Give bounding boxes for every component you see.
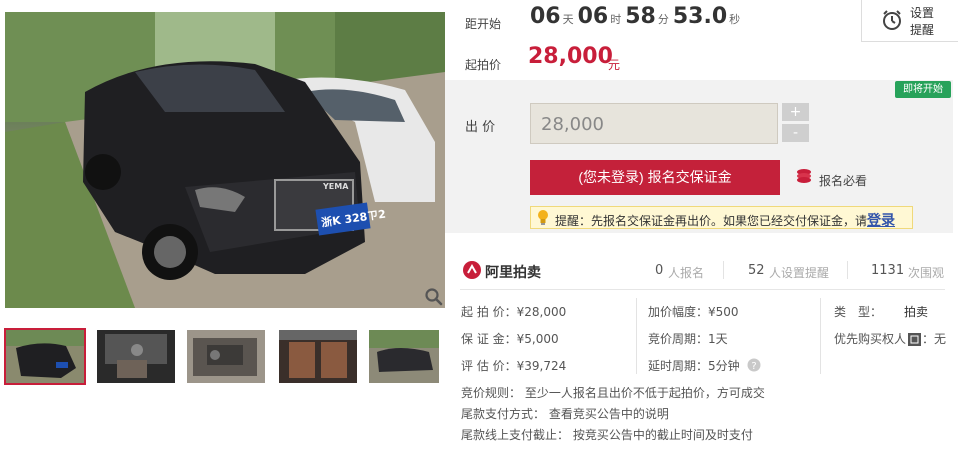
countdown-hours: 06 — [577, 4, 609, 29]
thumbnail-1[interactable] — [4, 328, 86, 385]
detail-delay: 延时周期：5分钟 — [648, 359, 740, 373]
countdown-timer: 06 天 06 时 58 分 53.0 秒 — [530, 4, 741, 29]
stat-registered-label: 人报名 — [668, 266, 705, 280]
stat-registered-count: 0 — [655, 263, 664, 278]
thumbnail-4[interactable] — [279, 330, 357, 383]
stat-views-label: 次围观 — [908, 266, 945, 280]
main-car-photo[interactable]: 浙K 328ㄗ2 YEMA — [5, 12, 445, 308]
zoom-icon[interactable] — [424, 287, 444, 307]
start-price-label: 起拍价 — [465, 58, 502, 72]
divider — [723, 261, 724, 279]
thumbnail-3[interactable] — [187, 330, 265, 383]
bid-increase-button[interactable]: + — [782, 103, 809, 121]
car-logo: YEMA — [323, 182, 349, 191]
detail-estimate: 评 估 价：¥39,724 — [461, 359, 567, 373]
detail-type-label: 类 型： — [834, 305, 883, 319]
bid-amount-input[interactable]: 28,000 — [530, 103, 778, 144]
divider — [847, 261, 848, 279]
section-divider — [460, 289, 945, 290]
alarm-clock-icon — [880, 8, 904, 36]
lightbulb-icon — [536, 209, 550, 229]
countdown-days: 06 — [530, 4, 561, 29]
detail-type-value: 拍卖 — [904, 305, 929, 319]
rule-payment-deadline: 尾款线上支付截止： 按竞买公告中的截止时间及时支付 — [461, 428, 753, 442]
detail-deposit: 保 证 金：¥5,000 — [461, 332, 559, 346]
stat-reminder-label: 人设置提醒 — [769, 266, 830, 280]
bid-decrease-button[interactable]: - — [782, 124, 809, 142]
priority-info-icon[interactable] — [908, 331, 921, 350]
rule-bidding: 竞价规则： 至少一人报名且出价不低于起拍价，方可成交 — [461, 386, 765, 400]
coins-icon — [795, 168, 815, 188]
countdown-seconds: 53.0 — [672, 4, 728, 29]
start-price-value: 28,000 — [528, 44, 613, 69]
rule-payment-method: 尾款支付方式： 查看竞买公告中的说明 — [461, 407, 669, 421]
bid-label: 出 价 — [465, 120, 496, 135]
thumbnail-2[interactable] — [97, 330, 175, 383]
detail-priority-label: 优先购买权人 — [834, 332, 907, 346]
svg-text:?: ? — [751, 361, 756, 372]
help-icon[interactable]: ? — [747, 357, 761, 376]
set-reminder-button[interactable]: 设置 提醒 — [861, 0, 958, 42]
brand-name: 阿里拍卖 — [485, 265, 541, 281]
countdown-label: 距开始 — [465, 17, 502, 31]
login-link[interactable]: 登录 — [867, 213, 895, 229]
start-price-unit: 元 — [608, 58, 621, 72]
detail-priority-value: ：无 — [922, 332, 947, 346]
countdown-minutes: 58 — [625, 4, 656, 29]
ali-auction-logo-icon — [463, 261, 481, 283]
detail-cycle: 竞价周期：1天 — [648, 332, 728, 346]
status-badge: 即将开始 — [895, 81, 951, 98]
stat-views-count: 1131 — [871, 263, 905, 278]
divider — [820, 298, 821, 374]
must-read-link[interactable]: 报名必看 — [819, 172, 867, 189]
detail-increment: 加价幅度：¥500 — [648, 305, 739, 319]
detail-start-price: 起 拍 价：¥28,000 — [461, 305, 567, 319]
thumbnail-5[interactable] — [369, 330, 447, 383]
login-notice: 提醒：先报名交保证金再出价。如果您已经交付保证金，请登录 — [530, 206, 913, 229]
register-deposit-button[interactable]: (您未登录) 报名交保证金 — [530, 160, 780, 195]
divider — [636, 298, 637, 374]
stat-reminder-count: 52 — [748, 263, 765, 278]
